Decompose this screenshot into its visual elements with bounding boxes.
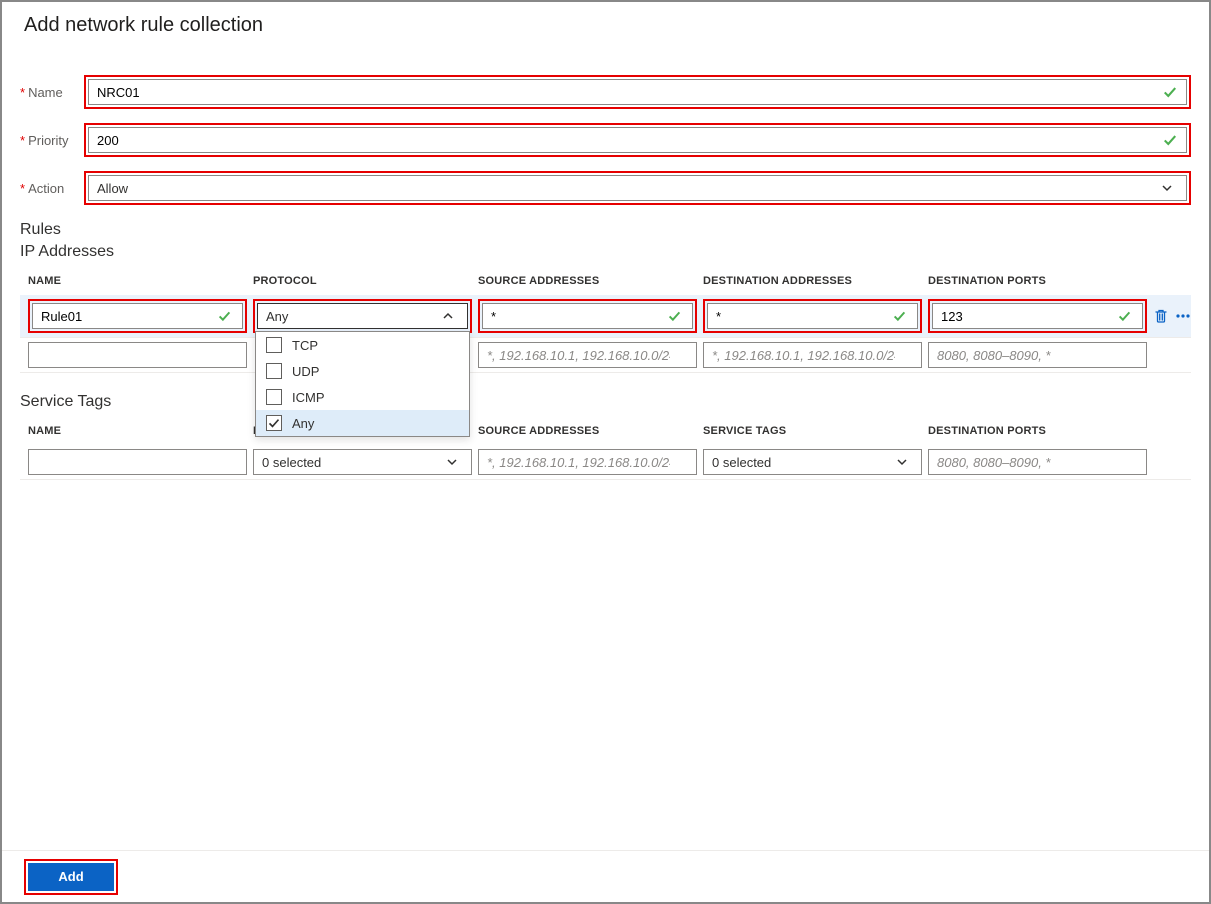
rule-protocol-select[interactable]: Any: [257, 303, 468, 329]
protocol-option-tcp[interactable]: TCP: [256, 332, 469, 358]
st-col-servicetags: SERVICE TAGS: [703, 425, 928, 437]
protocol-option-icmp[interactable]: ICMP: [256, 384, 469, 410]
ip-col-destaddr: DESTINATION ADDRESSES: [703, 275, 928, 287]
checkbox-icon: [266, 389, 282, 405]
st-rule-row-empty: 0 selected 0 selected: [20, 445, 1191, 480]
st-col-source: SOURCE ADDRESSES: [478, 425, 703, 437]
name-label-text: Name: [28, 85, 63, 100]
rule-destaddr-input[interactable]: [707, 303, 918, 329]
st-servicetags-select[interactable]: 0 selected: [703, 449, 922, 475]
name-label: *Name: [20, 85, 84, 100]
st-source-input[interactable]: [478, 449, 697, 475]
rules-heading: Rules: [20, 221, 1191, 239]
form-row-action: *Action Allow: [20, 171, 1191, 205]
ip-rule-row: Any TCP: [20, 295, 1191, 338]
form-row-priority: *Priority: [20, 123, 1191, 157]
action-label: *Action: [20, 181, 84, 196]
rule-source-input[interactable]: [482, 303, 693, 329]
ip-col-name: NAME: [28, 275, 253, 287]
protocol-option-label: UDP: [292, 364, 319, 379]
action-select[interactable]: Allow: [88, 175, 1187, 201]
ip-addresses-heading: IP Addresses: [20, 243, 1191, 261]
ip-col-protocol: PROTOCOL: [253, 275, 478, 287]
priority-input[interactable]: [88, 127, 1187, 153]
priority-label: *Priority: [20, 133, 84, 148]
rule-protocol-value: Any: [266, 309, 288, 324]
protocol-option-label: Any: [292, 416, 314, 431]
checkbox-checked-icon: [266, 415, 282, 431]
protocol-option-label: ICMP: [292, 390, 325, 405]
st-name-input[interactable]: [28, 449, 247, 475]
more-icon: [1175, 308, 1191, 324]
service-tags-table: NAME PROTOCOL SOURCE ADDRESSES SERVICE T…: [20, 415, 1191, 480]
name-input[interactable]: [88, 79, 1187, 105]
form-row-name: *Name: [20, 75, 1191, 109]
dialog-frame: Add network rule collection *Name: [0, 0, 1211, 904]
protocol-option-udp[interactable]: UDP: [256, 358, 469, 384]
rule-name-input[interactable]: [32, 303, 243, 329]
protocol-option-label: TCP: [292, 338, 318, 353]
trash-icon: [1153, 308, 1169, 324]
checkbox-icon: [266, 337, 282, 353]
delete-row-button[interactable]: [1153, 308, 1169, 324]
row-more-button[interactable]: [1175, 308, 1191, 324]
st-protocol-value: 0 selected: [262, 455, 321, 470]
st-protocol-select[interactable]: 0 selected: [253, 449, 472, 475]
rule-source-input-empty[interactable]: [478, 342, 697, 368]
service-tags-heading: Service Tags: [20, 393, 1191, 411]
rule-destports-input[interactable]: [932, 303, 1143, 329]
st-servicetags-value: 0 selected: [712, 455, 771, 470]
st-col-destports: DESTINATION PORTS: [928, 425, 1153, 437]
checkbox-icon: [266, 363, 282, 379]
ip-rule-row-empty: [20, 338, 1191, 373]
rule-name-input-empty[interactable]: [28, 342, 247, 368]
ip-addresses-table: NAME PROTOCOL SOURCE ADDRESSES DESTINATI…: [20, 265, 1191, 373]
add-button[interactable]: Add: [28, 863, 114, 891]
protocol-dropdown-panel: TCP UDP ICMP: [255, 331, 470, 437]
priority-label-text: Priority: [28, 133, 68, 148]
protocol-option-any[interactable]: Any: [256, 410, 469, 436]
rule-destports-input-empty[interactable]: [928, 342, 1147, 368]
dialog-footer: Add: [2, 850, 1209, 902]
action-label-text: Action: [28, 181, 64, 196]
st-col-name: NAME: [28, 425, 253, 437]
rule-destaddr-input-empty[interactable]: [703, 342, 922, 368]
ip-col-source: SOURCE ADDRESSES: [478, 275, 703, 287]
page-title: Add network rule collection: [20, 14, 1191, 43]
ip-col-destports: DESTINATION PORTS: [928, 275, 1153, 287]
st-destports-input[interactable]: [928, 449, 1147, 475]
action-select-value: Allow: [97, 181, 128, 196]
